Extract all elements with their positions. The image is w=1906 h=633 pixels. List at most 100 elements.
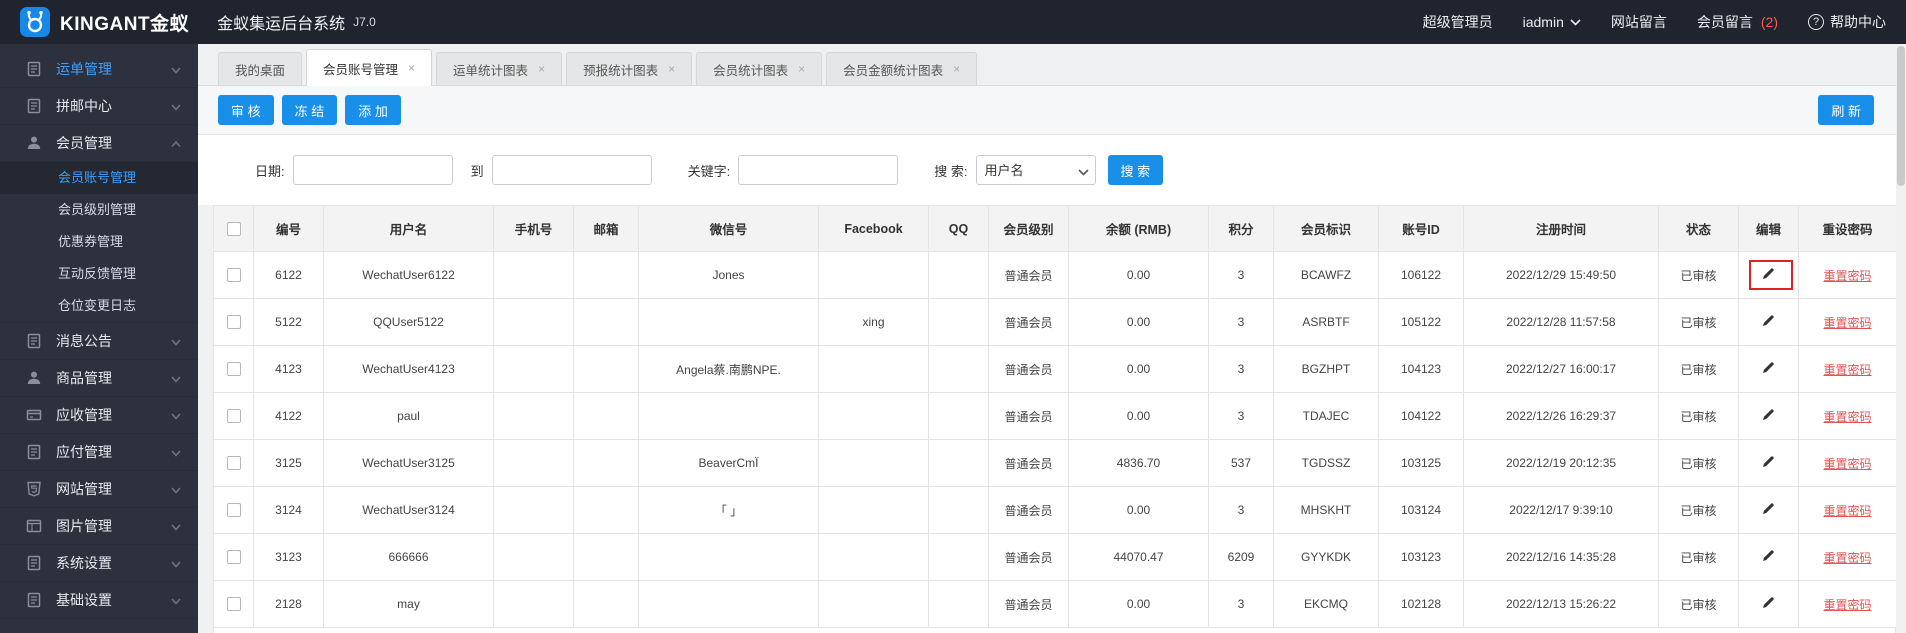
row-cell-wechat [638,580,819,628]
row-cell-phone [493,345,574,393]
row-cell-edit [1738,439,1799,487]
close-icon[interactable]: × [798,62,805,76]
search-field-label: 搜 索: [934,163,968,179]
sidebar-item[interactable]: 网站管理 [0,471,198,508]
row-cell-reset: 重置密码 [1798,486,1897,534]
reset-password-link[interactable]: 重置密码 [1823,457,1871,471]
row-checkbox[interactable] [226,550,241,565]
date-to-input[interactable] [491,155,652,185]
row-cell-reset: 重置密码 [1798,298,1897,346]
sidebar-item[interactable]: 消息公告 [0,323,198,360]
row-cell-email [573,345,639,393]
sidebar-item[interactable]: 拼邮中心 [0,88,198,125]
add-button[interactable]: 添 加 [345,95,401,125]
row-cell-member-code: TGDSSZ [1273,439,1379,487]
tab[interactable]: 会员统计图表 × [696,52,823,85]
sidebar-item[interactable]: 图片管理 [0,508,198,545]
reset-password-link[interactable]: 重置密码 [1823,598,1871,612]
sidebar-item[interactable]: 应付管理 [0,434,198,471]
sidebar-subitem[interactable]: 优惠券管理 [0,226,198,258]
tab[interactable]: 运单统计图表 × [436,52,563,85]
tab[interactable]: 会员账号管理 × [306,49,433,86]
member-messages-link[interactable]: 会员留言 (2) [1697,12,1778,32]
edit-icon [1761,407,1776,425]
tab-label: 预报统计图表 [583,63,659,78]
chevron-down-icon [170,594,182,606]
sidebar-item[interactable]: 会员管理 [0,125,198,162]
chevron-down-icon [170,557,182,569]
row-checkbox[interactable] [226,268,241,283]
edit-button[interactable] [1742,347,1795,392]
sidebar-item-label: 商品管理 [56,370,112,386]
row-cell-email [573,533,639,581]
tab[interactable]: 预报统计图表 × [566,52,693,85]
row-cell-email [573,486,639,534]
header-cell: 编号 [253,205,324,252]
edit-button[interactable] [1742,535,1795,580]
sidebar-item[interactable]: 应收管理 [0,397,198,434]
row-cell-phone [493,580,574,628]
reset-password-link[interactable]: 重置密码 [1823,316,1871,330]
site-messages-link[interactable]: 网站留言 [1611,12,1667,32]
reset-password-link[interactable]: 重置密码 [1823,504,1871,518]
sidebar-subitem[interactable]: 仓位变更日志 [0,290,198,322]
close-icon[interactable]: × [953,62,960,76]
edit-button[interactable] [1742,582,1795,627]
row-checkbox[interactable] [226,456,241,471]
header-cell: 注册时间 [1463,205,1659,252]
reset-password-link[interactable]: 重置密码 [1823,269,1871,283]
date-from-input[interactable] [292,155,453,185]
row-checkbox[interactable] [226,315,241,330]
doc-icon [26,444,42,460]
keyword-input[interactable] [738,155,899,185]
row-checkbox[interactable] [226,597,241,612]
edit-button[interactable] [1742,441,1795,486]
select-all-checkbox[interactable] [226,221,241,236]
audit-button[interactable]: 审 核 [218,95,274,125]
reset-password-link[interactable]: 重置密码 [1823,363,1871,377]
close-icon[interactable]: × [408,61,415,75]
refresh-button[interactable]: 刷 新 [1818,95,1874,125]
row-checkbox[interactable] [226,362,241,377]
edit-button[interactable] [1742,253,1795,298]
freeze-button[interactable]: 冻 结 [281,95,338,125]
user-menu[interactable]: iadmin [1523,14,1581,30]
row-cell-username: QQUser5122 [323,298,494,346]
close-icon[interactable]: × [538,62,545,76]
sidebar-item[interactable]: 基础设置 [0,582,198,619]
tab-label: 运单统计图表 [453,63,529,78]
tab[interactable]: 会员金额统计图表 × [826,52,978,85]
row-cell-points: 3 [1208,251,1274,299]
row-cell-status: 已审核 [1658,251,1739,299]
reset-password-link[interactable]: 重置密码 [1823,410,1871,424]
chevron-down-icon [170,520,182,532]
search-button[interactable]: 搜 索 [1107,155,1164,185]
close-icon[interactable]: × [668,62,675,76]
chevron-down-icon [170,335,182,347]
row-cell-points: 3 [1208,580,1274,628]
sidebar-item[interactable]: 商品管理 [0,360,198,397]
row-cell-points: 3 [1208,392,1274,440]
tab[interactable]: 我的桌面 [218,52,303,85]
row-checkbox[interactable] [226,503,241,518]
reset-password-link[interactable]: 重置密码 [1823,551,1871,565]
sidebar-subitem[interactable]: 互动反馈管理 [0,258,198,290]
brand-name: KINGANT金蚁 [60,13,190,35]
row-cell-qq [928,580,989,628]
edit-button[interactable] [1742,488,1795,533]
date-to-label: 到 [470,163,484,179]
row-cell [213,486,254,534]
search-field-select[interactable]: 用户名 [975,155,1096,185]
help-link[interactable]: ? 帮助中心 [1808,12,1886,32]
row-checkbox[interactable] [226,409,241,424]
scrollbar-thumb[interactable] [1897,46,1905,186]
sidebar-item[interactable]: 系统设置 [0,545,198,582]
row-cell-account-id: 104123 [1378,345,1464,393]
edit-button[interactable] [1742,300,1795,345]
sidebar-subitem[interactable]: 会员账号管理 [0,162,198,194]
edit-button[interactable] [1742,394,1795,439]
tab-label: 会员账号管理 [323,62,399,77]
sidebar-item[interactable]: 运单管理 [0,51,198,88]
row-cell-facebook [818,486,929,534]
sidebar-subitem[interactable]: 会员级别管理 [0,194,198,226]
